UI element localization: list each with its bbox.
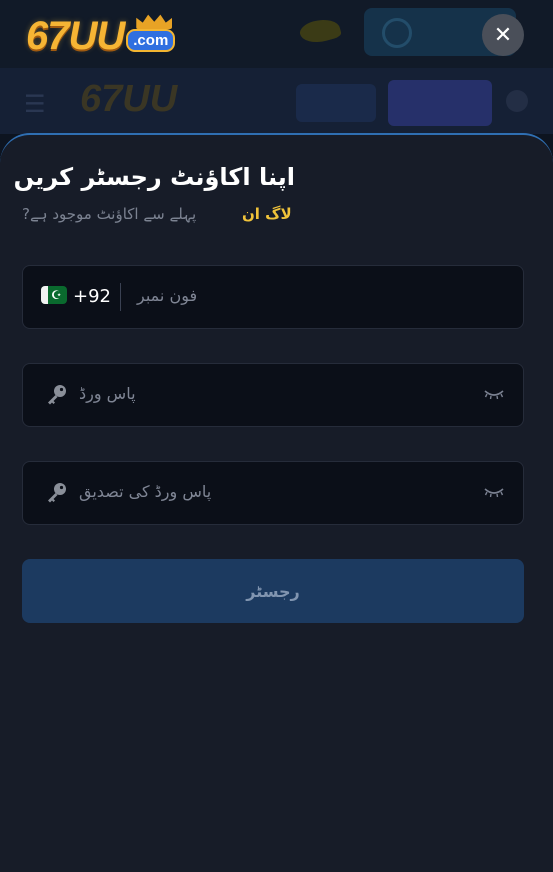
form-title: اپنا اکاؤنٹ رجسٹر کریں <box>13 163 295 191</box>
logo-suffix: .com <box>126 29 176 52</box>
eye-closed-icon[interactable] <box>483 486 505 498</box>
register-sheet: اپنا اکاؤنٹ رجسٹر کریں ?پہلے سے اکاؤنٹ م… <box>0 133 553 872</box>
confirm-password-field[interactable]: پاس ورڈ کی تصدیق <box>22 461 524 525</box>
password-input[interactable]: پاس ورڈ <box>79 384 136 403</box>
phone-field[interactable]: ☪ +92 فون نمبر <box>22 265 524 329</box>
crown-icon <box>136 14 173 29</box>
key-icon <box>48 483 66 503</box>
logo-suffix-wrap: .com <box>126 14 176 52</box>
background-wing-icon <box>297 15 343 47</box>
eye-closed-icon[interactable] <box>483 388 505 400</box>
background-ring-icon <box>382 18 412 48</box>
login-link[interactable]: لاگ ان <box>242 205 292 223</box>
background-icon <box>506 90 528 112</box>
phone-input[interactable]: فون نمبر <box>137 286 197 305</box>
password-field[interactable]: پاس ورڈ <box>22 363 524 427</box>
background-navbar: ☰ 67UU <box>0 68 553 134</box>
key-icon <box>48 385 66 405</box>
close-icon: ✕ <box>493 22 513 48</box>
background-logo: 67UU <box>80 78 178 120</box>
divider <box>120 283 121 311</box>
register-button[interactable]: رجسٹر <box>22 559 524 623</box>
background-pill <box>388 80 492 126</box>
country-code[interactable]: +92 <box>73 286 111 307</box>
site-logo: 67UU .com <box>26 12 176 58</box>
login-prompt-text: ?پہلے سے اکاؤنٹ موجود ہے <box>22 205 197 223</box>
background-pill <box>296 84 376 122</box>
login-prompt: ?پہلے سے اکاؤنٹ موجود ہے لاگ ان <box>22 205 302 227</box>
confirm-password-input[interactable]: پاس ورڈ کی تصدیق <box>79 482 211 501</box>
background-menu-icon: ☰ <box>24 90 46 118</box>
close-button[interactable]: ✕ <box>482 14 524 56</box>
logo-text: 67UU <box>26 14 125 58</box>
pakistan-flag-icon[interactable]: ☪ <box>41 286 67 304</box>
